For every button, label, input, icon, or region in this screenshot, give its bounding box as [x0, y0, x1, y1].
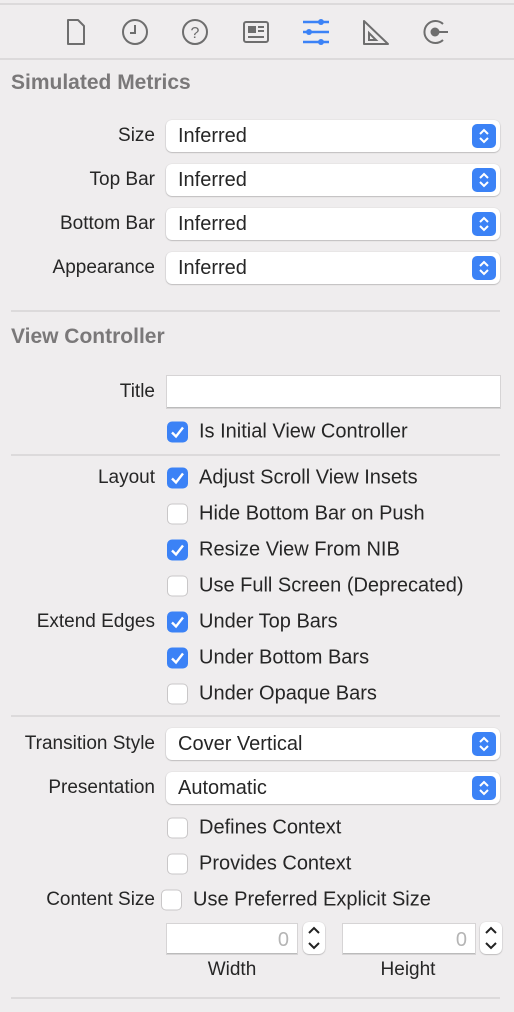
height-label: Height	[380, 959, 436, 980]
resize-view-label: Resize View From NIB	[199, 538, 400, 561]
help-icon[interactable]: ?	[180, 16, 210, 48]
width-stepper[interactable]	[303, 922, 325, 954]
top-bar-popup[interactable]: Inferred	[166, 164, 500, 196]
under-bottom-bars-label: Under Bottom Bars	[199, 646, 370, 669]
divider	[11, 310, 500, 312]
stepper-arrows-icon	[308, 926, 320, 950]
presentation-value: Automatic	[178, 777, 267, 799]
width-label: Width	[207, 959, 257, 980]
transition-style-label: Transition Style	[24, 733, 155, 754]
ruler-icon[interactable]	[361, 16, 391, 48]
provides-context-label: Provides Context	[199, 852, 352, 875]
bottom-bar-popup[interactable]: Inferred	[166, 208, 500, 240]
provides-context-checkbox[interactable]	[167, 853, 188, 875]
top-bar-label: Top Bar	[89, 169, 155, 190]
section-title-view-controller: View Controller	[11, 325, 165, 348]
bottom-bar-label: Bottom Bar	[59, 213, 155, 234]
defines-context-checkbox[interactable]	[167, 817, 188, 839]
under-top-bars-label: Under Top Bars	[199, 610, 338, 633]
chevron-updown-icon	[472, 776, 496, 800]
height-input[interactable]: 0	[342, 923, 476, 955]
connections-icon[interactable]	[421, 16, 451, 48]
file-icon[interactable]	[61, 16, 91, 48]
hide-bottom-bar-checkbox[interactable]	[167, 503, 188, 525]
divider	[11, 454, 500, 456]
height-value: 0	[455, 929, 467, 951]
size-label: Size	[118, 125, 155, 146]
width-value: 0	[277, 929, 289, 951]
identity-card-icon[interactable]	[241, 16, 271, 48]
initial-vc-label: Is Initial View Controller	[199, 420, 408, 443]
size-popup[interactable]: Inferred	[166, 120, 500, 152]
checkmark-icon	[171, 652, 184, 665]
height-stepper[interactable]	[480, 922, 502, 954]
clock-icon[interactable]	[120, 16, 150, 48]
chevron-updown-icon	[472, 212, 496, 236]
divider	[11, 715, 500, 717]
divider	[11, 997, 500, 999]
adjust-insets-checkbox[interactable]	[167, 467, 188, 489]
full-screen-label: Use Full Screen (Deprecated)	[199, 574, 464, 597]
sliders-icon[interactable]	[301, 16, 331, 48]
presentation-label: Presentation	[48, 777, 155, 798]
defines-context-label: Defines Context	[199, 816, 342, 839]
chevron-updown-icon	[472, 256, 496, 280]
top-bar-value: Inferred	[178, 169, 247, 191]
layout-label: Layout	[97, 467, 155, 488]
stepper-arrows-icon	[485, 926, 497, 950]
section-title-simulated-metrics: Simulated Metrics	[11, 71, 191, 94]
preferred-size-label: Use Preferred Explicit Size	[193, 888, 431, 911]
title-input[interactable]	[166, 375, 501, 409]
title-label: Title	[119, 381, 155, 402]
under-bottom-bars-checkbox[interactable]	[167, 647, 188, 669]
under-opaque-bars-checkbox[interactable]	[167, 683, 188, 705]
chevron-updown-icon	[472, 168, 496, 192]
transition-style-value: Cover Vertical	[178, 733, 303, 755]
chevron-updown-icon	[472, 124, 496, 148]
checkmark-icon	[171, 472, 184, 485]
extend-edges-label: Extend Edges	[36, 611, 155, 632]
chevron-updown-icon	[472, 732, 496, 756]
size-value: Inferred	[178, 125, 247, 147]
transition-style-popup[interactable]: Cover Vertical	[166, 728, 500, 760]
under-top-bars-checkbox[interactable]	[167, 611, 188, 633]
presentation-popup[interactable]: Automatic	[166, 772, 500, 804]
hide-bottom-bar-label: Hide Bottom Bar on Push	[199, 502, 425, 525]
content-size-label: Content Size	[46, 889, 155, 910]
appearance-label: Appearance	[52, 257, 155, 278]
adjust-insets-label: Adjust Scroll View Insets	[199, 466, 418, 489]
checkmark-icon	[171, 616, 184, 629]
under-opaque-bars-label: Under Opaque Bars	[199, 682, 377, 705]
appearance-popup[interactable]: Inferred	[166, 252, 500, 284]
resize-view-checkbox[interactable]	[167, 539, 188, 561]
width-input[interactable]: 0	[166, 923, 298, 955]
appearance-value: Inferred	[178, 257, 247, 279]
full-screen-checkbox[interactable]	[167, 575, 188, 597]
checkmark-icon	[171, 426, 184, 439]
bottom-bar-value: Inferred	[178, 213, 247, 235]
preferred-size-checkbox[interactable]	[161, 889, 182, 911]
checkmark-icon	[171, 544, 184, 557]
initial-vc-checkbox[interactable]	[167, 421, 188, 443]
svg-text:?: ?	[191, 25, 200, 42]
